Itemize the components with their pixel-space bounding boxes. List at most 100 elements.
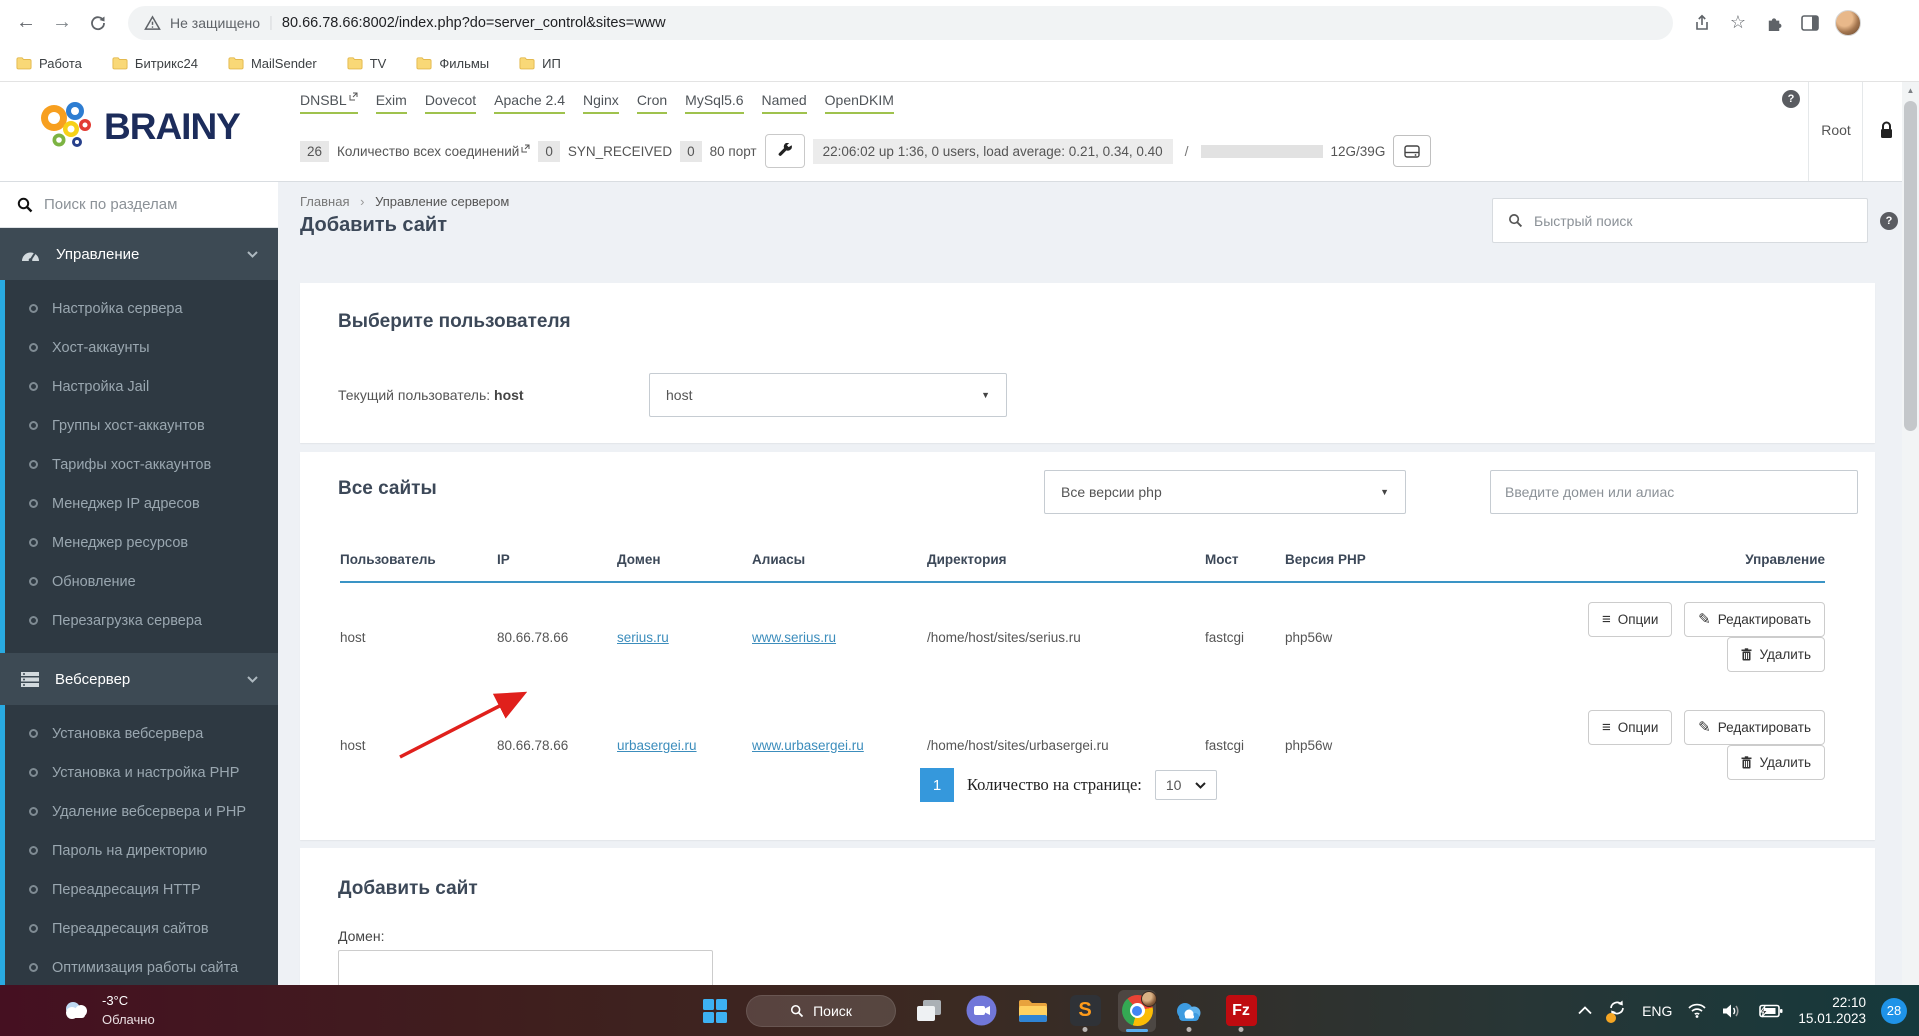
nav-named[interactable]: Named xyxy=(762,92,807,114)
alias-link[interactable]: www.serius.ru xyxy=(752,630,836,645)
sync-tray-icon[interactable] xyxy=(1607,999,1627,1022)
nav-dovecot[interactable]: Dovecot xyxy=(425,92,476,114)
sidebar-item-update[interactable]: Обновление xyxy=(5,562,278,601)
sidebar-item-server-settings[interactable]: Настройка сервера xyxy=(5,289,278,328)
bookmark-folder[interactable]: ИП xyxy=(519,56,561,71)
url-text: 80.66.78.66:8002/index.php?do=server_con… xyxy=(282,15,666,31)
brainy-logo[interactable]: BRAINY xyxy=(32,98,240,156)
pencil-icon: ✎ xyxy=(1698,612,1711,627)
bookmark-folder[interactable]: Работа xyxy=(16,56,82,71)
sidebar-item-site-redirect[interactable]: Переадресация сайтов xyxy=(5,909,278,948)
sidebar-item-jail-settings[interactable]: Настройка Jail xyxy=(5,367,278,406)
address-bar[interactable]: Не защищено | 80.66.78.66:8002/index.php… xyxy=(128,6,1673,40)
page-1-button[interactable]: 1 xyxy=(920,768,954,802)
bookmark-folder[interactable]: Фильмы xyxy=(416,56,489,71)
domain-filter-input[interactable] xyxy=(1490,470,1858,514)
options-button[interactable]: ≡Опции xyxy=(1588,710,1672,745)
per-page-select[interactable]: 10 xyxy=(1155,770,1217,800)
sidebar-item-directory-password[interactable]: Пароль на директорию xyxy=(5,831,278,870)
scrollbar-thumb[interactable] xyxy=(1904,101,1917,431)
sidebar-item-php-setup[interactable]: Установка и настройка PHP xyxy=(5,753,278,792)
weather-widget[interactable]: -3°C Облачно xyxy=(60,991,155,1029)
nav-cron[interactable]: Cron xyxy=(637,92,667,114)
sublime-button[interactable]: S xyxy=(1066,990,1104,1032)
sidebar-item-ip-manager[interactable]: Менеджер IP адресов xyxy=(5,484,278,523)
task-view-button[interactable] xyxy=(910,990,948,1032)
sidebar-search[interactable] xyxy=(0,182,278,228)
nav-exim[interactable]: Exim xyxy=(376,92,407,114)
divider xyxy=(1862,82,1863,181)
delete-button[interactable]: Удалить xyxy=(1727,745,1825,780)
connections-label[interactable]: Количество всех соединений xyxy=(337,144,530,159)
col-domain: Домен xyxy=(617,540,752,582)
scroll-up-icon[interactable]: ▲ xyxy=(1902,82,1919,99)
options-button[interactable]: ≡Опции xyxy=(1588,602,1672,637)
extensions-icon[interactable] xyxy=(1763,12,1785,34)
share-icon[interactable] xyxy=(1691,12,1713,34)
header-help-icon[interactable]: ? xyxy=(1782,90,1800,108)
wifi-icon[interactable] xyxy=(1687,1003,1707,1018)
sidebar-item-http-redirect[interactable]: Переадресация HTTP xyxy=(5,870,278,909)
user-select[interactable]: host ▼ xyxy=(649,373,1007,417)
chat-icon xyxy=(966,995,997,1026)
sidebar-panel-icon[interactable] xyxy=(1799,12,1821,34)
page-scrollbar[interactable]: ▲ xyxy=(1902,82,1919,985)
domain-link[interactable]: urbasergei.ru xyxy=(617,738,697,753)
search-help-icon[interactable]: ? xyxy=(1880,212,1898,230)
back-icon[interactable]: ← xyxy=(10,7,42,39)
chevron-down-icon xyxy=(247,676,258,683)
sidebar-search-input[interactable] xyxy=(44,196,244,213)
language-indicator[interactable]: ENG xyxy=(1642,1003,1672,1019)
nav-opendkim[interactable]: OpenDKIM xyxy=(825,92,894,114)
bookmark-star-icon[interactable]: ☆ xyxy=(1727,12,1749,34)
start-button[interactable] xyxy=(698,994,732,1028)
cloud-app-button[interactable] xyxy=(1170,990,1208,1032)
profile-avatar[interactable] xyxy=(1835,10,1861,36)
chat-button[interactable] xyxy=(962,990,1000,1032)
bookmarks-bar: Работа Битрикс24 MailSender TV Фильмы ИП xyxy=(0,45,1919,82)
sidebar-section-webserver[interactable]: Вебсервер xyxy=(0,653,278,705)
sidebar-item-webserver-remove[interactable]: Удаление вебсервера и PHP xyxy=(5,792,278,831)
sidebar-section-management[interactable]: Управление xyxy=(0,228,278,280)
bookmark-folder[interactable]: TV xyxy=(347,56,387,71)
taskbar-search[interactable]: Поиск xyxy=(746,995,896,1027)
quick-search[interactable] xyxy=(1492,198,1868,243)
chevron-up-icon[interactable] xyxy=(1578,1006,1592,1015)
battery-icon[interactable] xyxy=(1757,1003,1783,1019)
quick-search-input[interactable] xyxy=(1534,213,1814,229)
forward-icon[interactable]: → xyxy=(46,7,78,39)
sidebar-item-resource-manager[interactable]: Менеджер ресурсов xyxy=(5,523,278,562)
disk-button[interactable] xyxy=(1393,135,1431,167)
sidebar: Управление Настройка сервера Хост-аккаун… xyxy=(0,182,278,985)
clock[interactable]: 22:10 15.01.2023 xyxy=(1798,995,1866,1027)
edit-button[interactable]: ✎Редактировать xyxy=(1684,710,1825,745)
sidebar-item-site-optimization[interactable]: Оптимизация работы сайта xyxy=(5,948,278,985)
bookmark-folder[interactable]: MailSender xyxy=(228,56,317,71)
new-domain-input[interactable] xyxy=(338,950,713,985)
nav-dnsbl[interactable]: DNSBL xyxy=(300,92,358,114)
filezilla-button[interactable]: Fz xyxy=(1222,990,1260,1032)
nav-mysql[interactable]: MySql5.6 xyxy=(685,92,743,114)
lock-icon[interactable] xyxy=(1878,120,1895,145)
breadcrumb-home[interactable]: Главная xyxy=(300,194,349,209)
file-explorer-button[interactable] xyxy=(1014,990,1052,1032)
domain-link[interactable]: serius.ru xyxy=(617,630,669,645)
alias-link[interactable]: www.urbasergei.ru xyxy=(752,738,864,753)
sidebar-item-host-accounts[interactable]: Хост-аккаунты xyxy=(5,328,278,367)
sidebar-item-host-tariffs[interactable]: Тарифы хост-аккаунтов xyxy=(5,445,278,484)
refresh-icon[interactable] xyxy=(82,7,114,39)
delete-button[interactable]: Удалить xyxy=(1727,637,1825,672)
php-version-select[interactable]: Все версии php ▼ xyxy=(1044,470,1406,514)
sidebar-item-server-reboot[interactable]: Перезагрузка сервера xyxy=(5,601,278,640)
notification-badge[interactable]: 28 xyxy=(1881,998,1907,1024)
nav-nginx[interactable]: Nginx xyxy=(583,92,619,114)
wrench-button[interactable] xyxy=(765,134,805,168)
edit-button[interactable]: ✎Редактировать xyxy=(1684,602,1825,637)
sidebar-item-webserver-install[interactable]: Установка вебсервера xyxy=(5,714,278,753)
chrome-button[interactable] xyxy=(1118,990,1156,1032)
volume-icon[interactable] xyxy=(1722,1003,1742,1019)
nav-apache[interactable]: Apache 2.4 xyxy=(494,92,565,114)
current-user-root[interactable]: Root xyxy=(1810,122,1862,138)
sidebar-item-host-groups[interactable]: Группы хост-аккаунтов xyxy=(5,406,278,445)
bookmark-folder[interactable]: Битрикс24 xyxy=(112,56,198,71)
